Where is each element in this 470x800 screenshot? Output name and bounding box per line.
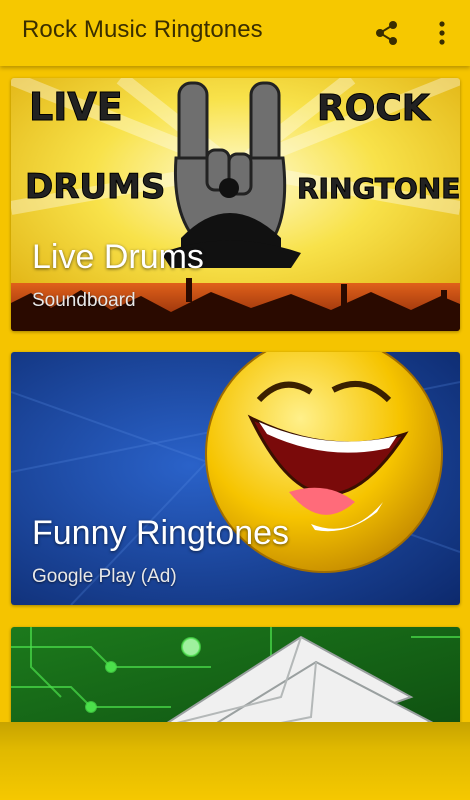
art-text-rock: ROCK <box>317 88 431 129</box>
card-live-drums[interactable]: LIVE ROCK DRUMS RINGTONES Live Drums Sou… <box>11 78 460 331</box>
app-title: Rock Music Ringtones <box>22 16 263 43</box>
card-title: Funny Ringtones <box>32 514 290 552</box>
art-text-drums: DRUMS <box>25 167 165 207</box>
bottom-fade <box>0 722 470 800</box>
card-subtitle: Google Play (Ad) <box>32 566 177 587</box>
card-funny-ringtones[interactable]: Funny Ringtones Google Play (Ad) <box>11 352 460 605</box>
art-text-ringtones: RINGTONES <box>297 172 460 205</box>
share-icon[interactable] <box>372 18 402 48</box>
more-vert-icon[interactable] <box>430 18 454 48</box>
card-subtitle: Soundboard <box>32 290 136 311</box>
card-title: Live Drums <box>32 238 204 276</box>
app-bar: Rock Music Ringtones <box>0 0 470 66</box>
art-text-live: LIVE <box>29 85 123 129</box>
